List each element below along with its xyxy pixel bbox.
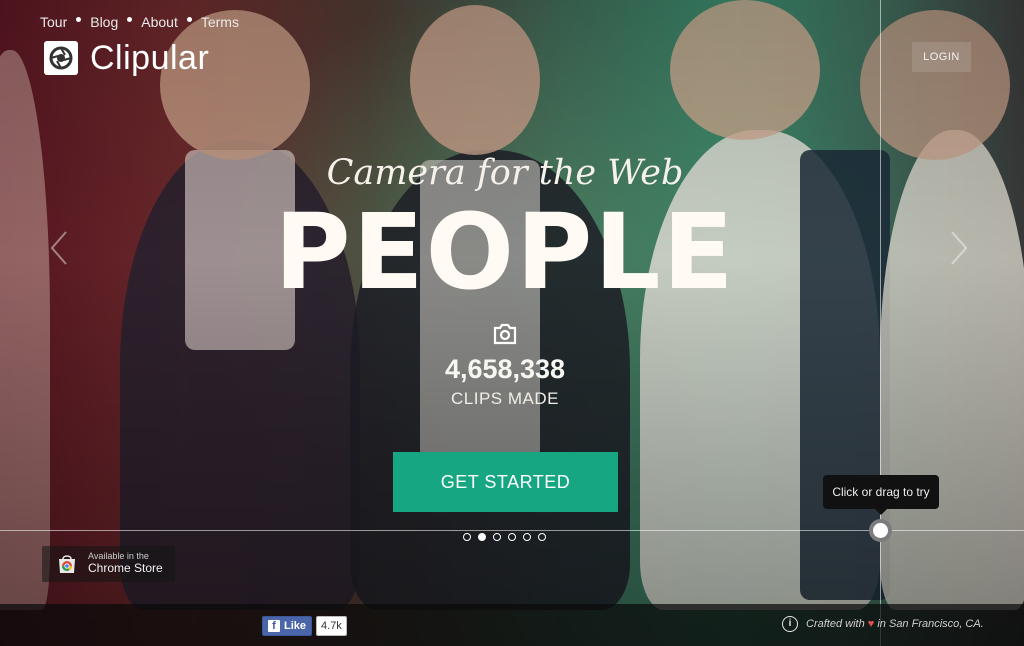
- info-icon[interactable]: i: [782, 616, 798, 632]
- nav-separator: [76, 16, 82, 22]
- facebook-like-label: Like: [284, 620, 307, 632]
- footer-link-about[interactable]: About: [141, 14, 178, 30]
- carousel-dot[interactable]: [523, 533, 531, 541]
- carousel-dot-active[interactable]: [478, 533, 486, 541]
- heart-icon: ♥: [867, 618, 875, 630]
- carousel-dots: [463, 533, 546, 541]
- carousel-dot[interactable]: [463, 533, 471, 541]
- footer-link-blog[interactable]: Blog: [90, 14, 118, 30]
- nav-separator: [186, 16, 192, 22]
- footer-link-tour[interactable]: Tour: [40, 14, 67, 30]
- brand-logo[interactable]: Clipular: [44, 41, 209, 75]
- logo-aperture-icon: [44, 41, 78, 75]
- crosshair-drag-handle[interactable]: [869, 519, 892, 542]
- credit-prefix: Crafted with: [806, 618, 865, 630]
- facebook-like-button[interactable]: f Like: [262, 616, 313, 636]
- footer-credit: i Crafted with ♥ in San Francisco, CA.: [782, 616, 984, 632]
- get-started-button[interactable]: GET STARTED: [393, 452, 618, 512]
- login-button[interactable]: LOGIN: [912, 42, 971, 72]
- carousel-dot[interactable]: [508, 533, 516, 541]
- facebook-like-widget: f Like 4.7k: [262, 616, 347, 636]
- chrome-store-icon: [56, 554, 78, 574]
- crosshair-vertical-line: [880, 0, 881, 646]
- chrome-store-badge[interactable]: Available in the Chrome Store: [42, 546, 175, 582]
- chrome-store-title: Chrome Store: [88, 561, 163, 576]
- facebook-icon: f: [268, 620, 280, 632]
- footer-link-terms[interactable]: Terms: [201, 14, 239, 30]
- credit-suffix: in San Francisco, CA.: [877, 618, 984, 630]
- carousel-dot[interactable]: [493, 533, 501, 541]
- camera-icon: [493, 323, 517, 350]
- clips-label: CLIPS MADE: [451, 389, 559, 408]
- hero-tagline: Camera for the Web: [326, 153, 684, 193]
- footer-nav: Tour Blog About Terms: [40, 14, 239, 30]
- facebook-like-count: 4.7k: [316, 616, 347, 636]
- carousel-dot[interactable]: [538, 533, 546, 541]
- brand-name: Clipular: [90, 39, 210, 77]
- hero-headline: PEOPLE: [274, 191, 736, 313]
- clips-count: 4,658,338: [444, 354, 566, 384]
- nav-separator: [127, 16, 133, 22]
- try-tooltip: Click or drag to try: [823, 475, 939, 515]
